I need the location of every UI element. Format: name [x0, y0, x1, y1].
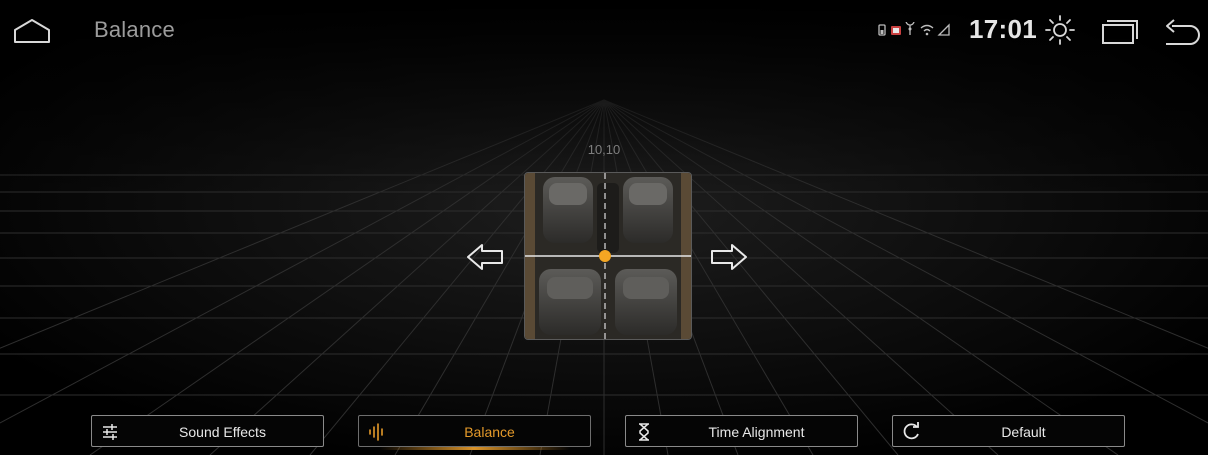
tab-label: Sound Effects	[179, 424, 266, 440]
hourglass-icon	[639, 423, 649, 441]
arrow-left-icon[interactable]	[466, 243, 504, 271]
car-seats-image	[525, 173, 691, 339]
tab-label: Default	[1001, 424, 1046, 440]
back-icon[interactable]	[1162, 18, 1200, 46]
top-bar: Balance 17:01	[0, 0, 1208, 62]
page-title: Balance	[94, 17, 175, 42]
active-tab-indicator	[379, 447, 570, 450]
seat-balance-map[interactable]	[524, 172, 692, 340]
tab-time-alignment[interactable]: Time Alignment	[625, 415, 858, 447]
status-icons	[878, 22, 950, 36]
waveform-icon	[369, 423, 383, 441]
home-icon[interactable]	[12, 18, 52, 44]
tab-default[interactable]: Default	[892, 415, 1125, 447]
arrow-right-icon[interactable]	[710, 243, 748, 271]
tab-label: Time Alignment	[708, 424, 805, 440]
balance-coordinates: 10,10	[587, 142, 621, 157]
brightness-icon[interactable]	[1044, 14, 1076, 46]
balance-point[interactable]	[599, 250, 611, 262]
clock: 17:01	[969, 14, 1037, 44]
tab-label: Balance	[464, 424, 515, 440]
equalizer-icon	[103, 424, 117, 440]
tab-balance[interactable]: Balance	[358, 415, 591, 450]
bottom-tab-bar: Sound Effects Balance Time Alignment Def…	[0, 412, 1208, 450]
reset-icon	[903, 422, 919, 440]
recents-icon[interactable]	[1100, 19, 1140, 45]
tab-sound-effects[interactable]: Sound Effects	[91, 415, 324, 447]
